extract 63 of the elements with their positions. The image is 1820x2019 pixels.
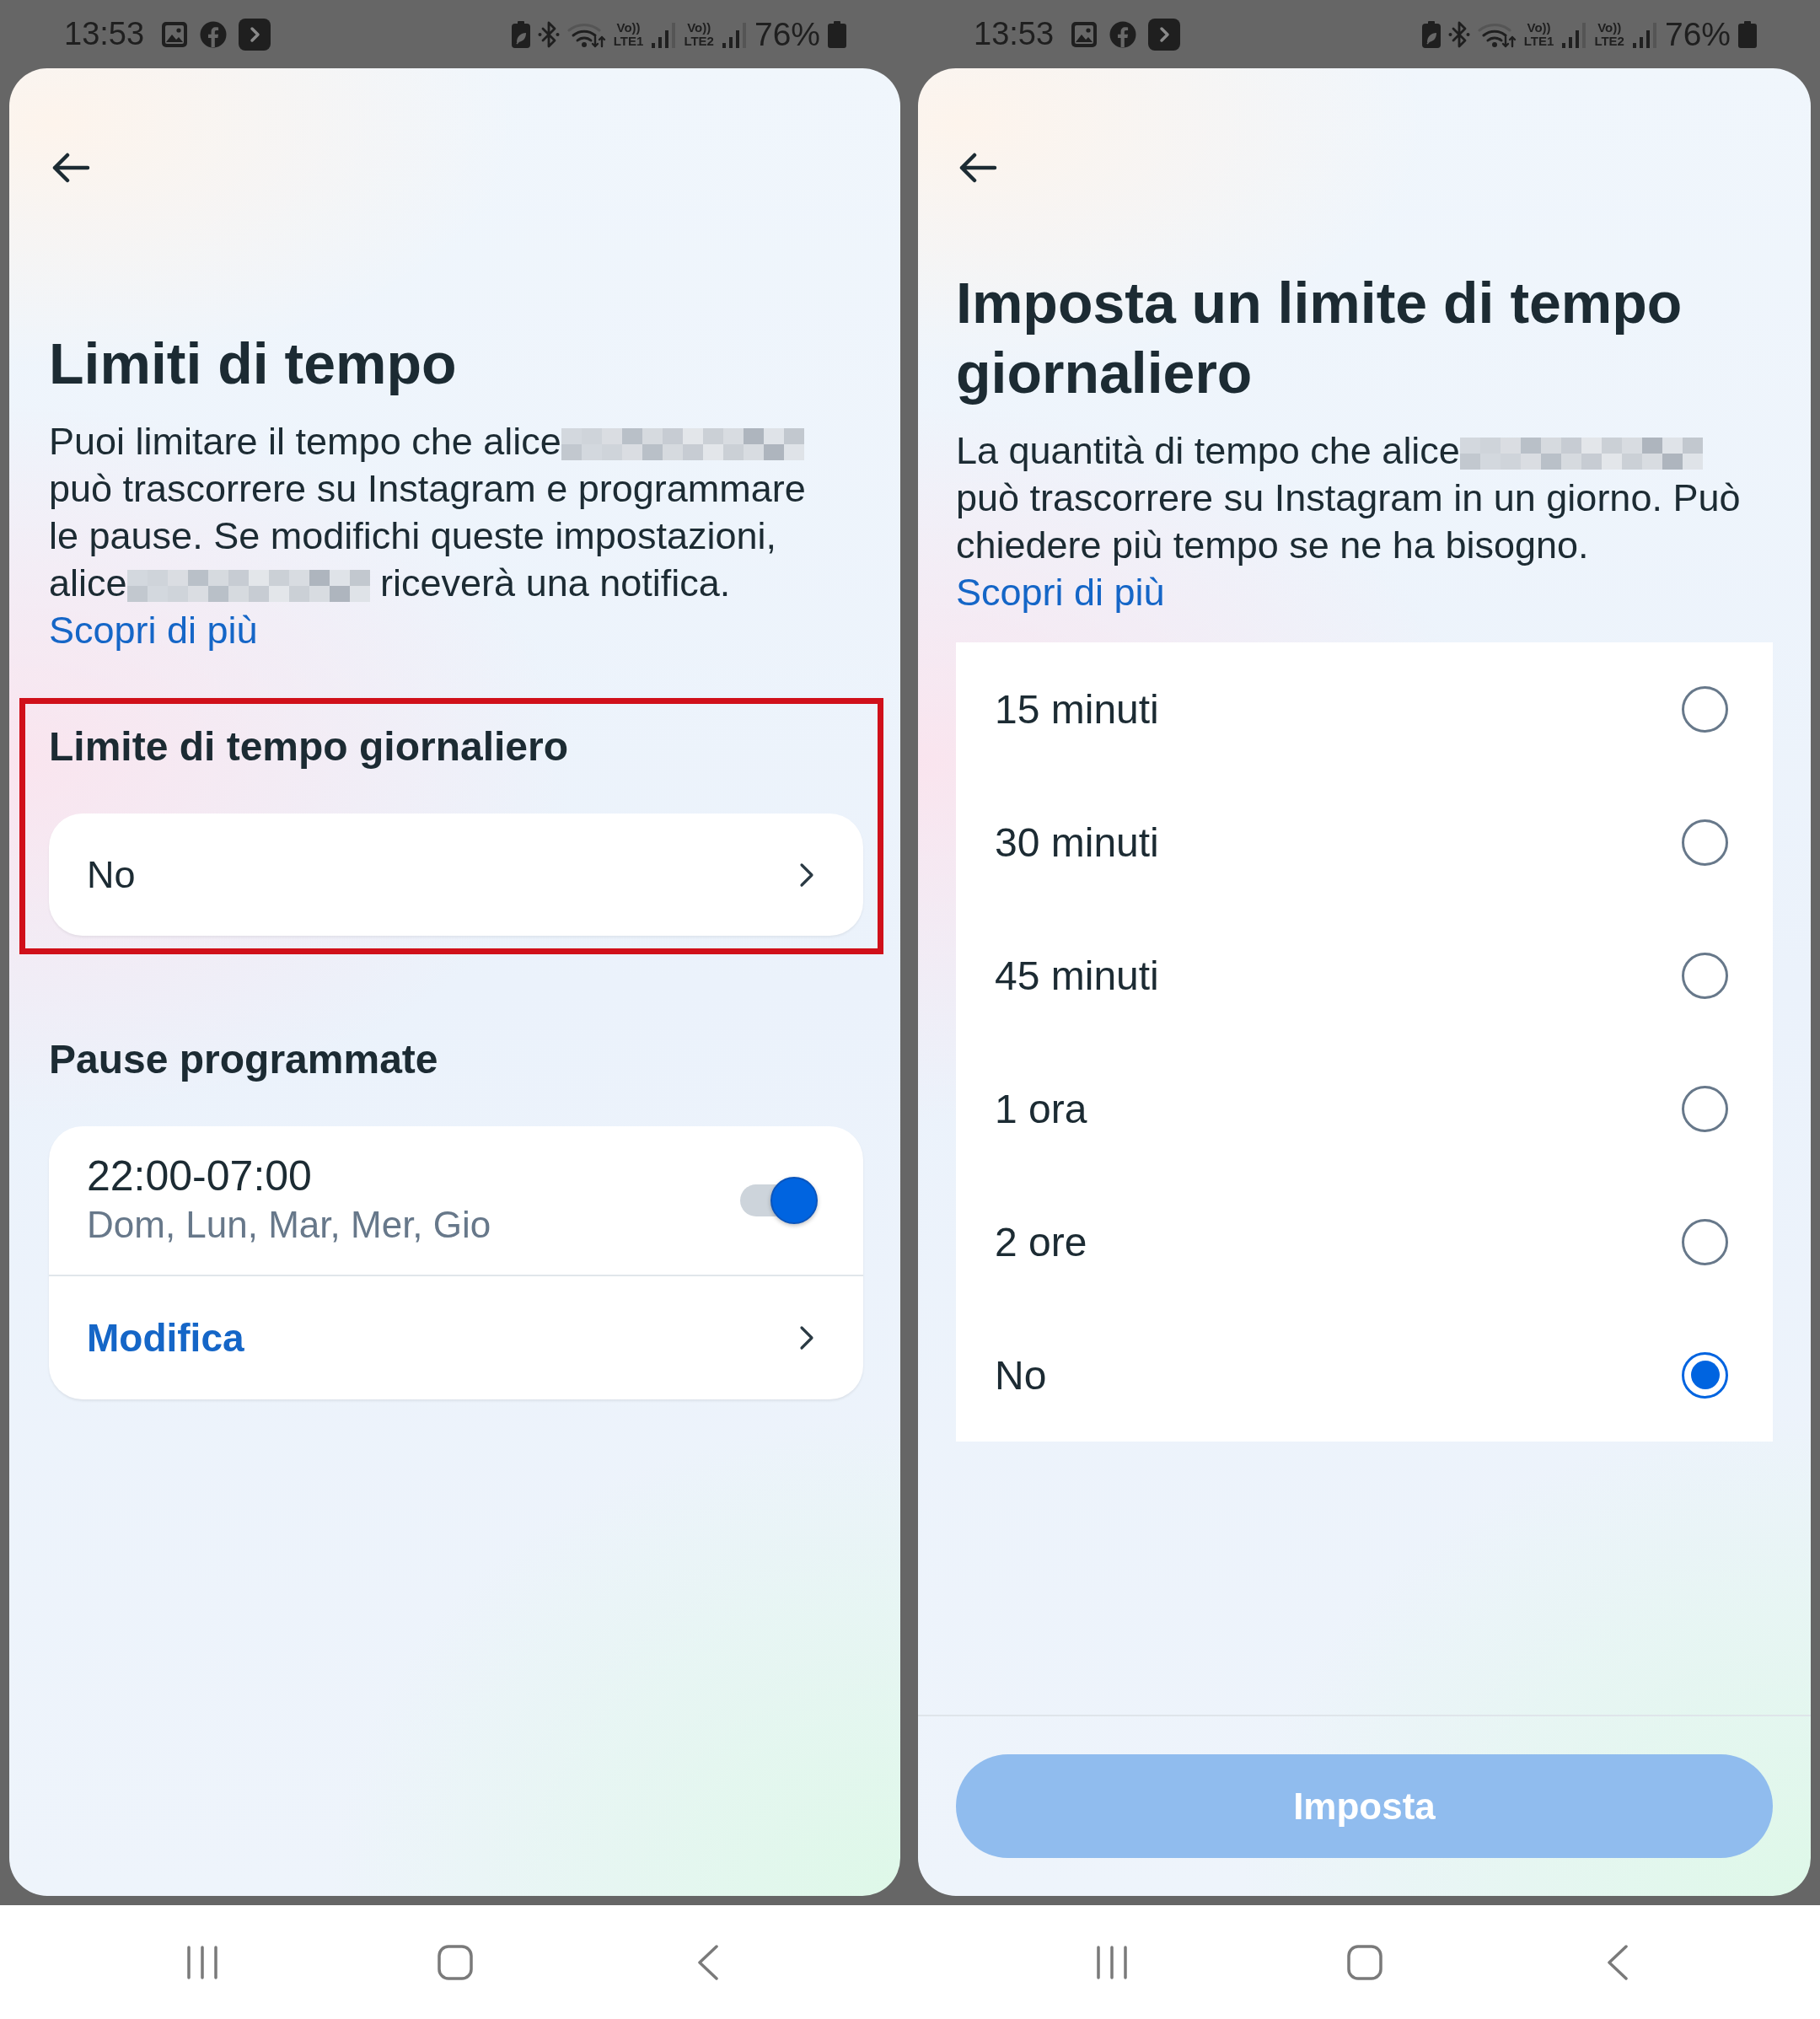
back-arrow-icon[interactable] — [51, 153, 90, 183]
page-title: Limiti di tempo — [49, 330, 458, 397]
network-label: LTE1 — [613, 34, 644, 48]
battery-leaf-icon — [511, 20, 530, 48]
status-time: 13:53 — [64, 16, 145, 52]
battery-leaf-icon — [1421, 20, 1441, 48]
status-time: 13:53 — [974, 16, 1055, 52]
home-icon[interactable] — [1347, 1944, 1382, 1980]
battery-icon — [828, 20, 846, 48]
option-label[interactable]: 15 minuti — [995, 685, 1159, 733]
limit-selector[interactable]: No — [49, 814, 863, 936]
page-title: Imposta un limite di tempo giornaliero — [956, 270, 1683, 406]
back-arrow-icon[interactable] — [958, 153, 997, 183]
schedule-days: Dom, Lun, Mar, Mer, Gio — [87, 1200, 491, 1249]
radio-button[interactable] — [1682, 819, 1728, 866]
toggle-switch[interactable] — [740, 1176, 818, 1225]
chevron-square-icon — [1148, 18, 1181, 51]
signal-icon — [1631, 20, 1657, 48]
section-heading: Pause programmate — [49, 1036, 439, 1083]
learn-more-link[interactable]: Scopri di più — [956, 571, 1165, 614]
bluetooth-icon — [537, 20, 560, 48]
recent-apps-icon[interactable] — [185, 1945, 218, 1979]
signal-icon — [721, 20, 747, 48]
option-label[interactable]: No — [995, 1351, 1047, 1399]
option-label[interactable]: 1 ora — [995, 1085, 1087, 1132]
chevron-square-icon — [239, 18, 271, 51]
volte-label: Vo)) — [616, 20, 641, 35]
network-label: LTE1 — [1523, 34, 1554, 48]
schedule-time: 22:00-07:00 — [87, 1152, 313, 1200]
chevron-right-icon — [799, 1325, 814, 1350]
description-text: Puoi limitare il tempo che alice può trascorrere su Instagram e programmare le pause. Se modifichi queste impostazioni, alice riceverà una notifica. Scopri di più — [49, 419, 807, 653]
signal-icon — [651, 20, 677, 48]
gallery-icon — [161, 20, 189, 48]
back-icon[interactable] — [1607, 1944, 1629, 1980]
recent-apps-icon[interactable] — [1096, 1945, 1128, 1979]
gallery-icon — [1071, 20, 1098, 48]
battery-percent: 76% — [1664, 15, 1731, 53]
radio-button[interactable] — [1682, 1218, 1728, 1265]
learn-more-link[interactable]: Scopri di più — [49, 609, 258, 652]
option-label[interactable]: 2 ore — [995, 1218, 1087, 1265]
signal-icon — [1561, 20, 1587, 48]
option-label[interactable]: 45 minuti — [995, 952, 1159, 999]
battery-icon — [1738, 20, 1757, 48]
option-label[interactable]: 30 minuti — [995, 819, 1159, 866]
home-icon[interactable] — [437, 1944, 473, 1980]
edit-row[interactable]: Modifica — [49, 1276, 863, 1399]
network-label: LTE2 — [684, 34, 714, 48]
bluetooth-icon — [1447, 20, 1470, 48]
back-icon[interactable] — [696, 1944, 719, 1980]
f-logo-icon — [1109, 20, 1137, 48]
battery-percent: 76% — [754, 15, 820, 53]
volte-label: Vo)) — [1527, 20, 1551, 35]
radio-button[interactable] — [1682, 1085, 1728, 1132]
volte-label: Vo)) — [1597, 20, 1622, 35]
radio-button[interactable] — [1682, 952, 1728, 999]
radio-button[interactable] — [1682, 1351, 1728, 1399]
network-label: LTE2 — [1594, 34, 1624, 48]
f-logo-icon — [200, 20, 228, 48]
section-heading: Limite di tempo giornaliero — [49, 723, 570, 771]
volte-label: Vo)) — [687, 20, 711, 35]
radio-button[interactable] — [1682, 685, 1728, 733]
chevron-right-icon — [799, 862, 814, 888]
description-text: La quantità di tempo che alice può trascorrere su Instagram in un giorno. Può chiedere più tempo se ne ha bisogno. Scopri di più — [956, 428, 1742, 615]
